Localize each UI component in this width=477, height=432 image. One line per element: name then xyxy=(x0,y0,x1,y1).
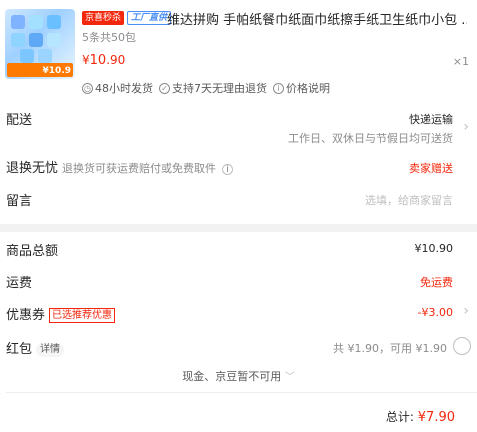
message-row[interactable]: 留言 选填，给商家留言 xyxy=(0,186,477,210)
service-price-note[interactable]: i 价格说明 xyxy=(273,80,330,96)
coupon-label-group: 优惠券 已选推荐优惠 xyxy=(6,304,116,323)
order-confirm-page: ¥10.9 京喜秒杀 工厂直供 维达拼购 手帕纸餐巾纸面巾纸擦手纸卫生纸巾小包 … xyxy=(0,0,477,432)
chevron-down-icon: ﹀ xyxy=(284,372,295,383)
factory-direct-tag: 工厂直供 xyxy=(127,11,172,25)
freight-value: 免运费 xyxy=(420,276,453,289)
coupon-value: -¥3.00 xyxy=(417,306,453,319)
thumb-pack-icon xyxy=(47,33,61,47)
total-value: ¥7.90 xyxy=(417,410,455,425)
redpacket-info: 共 ¥1.90，可用 ¥1.90 xyxy=(333,342,447,355)
redpacket-radio[interactable] xyxy=(453,337,471,355)
product-quantity: ×1 xyxy=(452,55,469,68)
info-icon: i xyxy=(273,82,284,94)
product-title[interactable]: 维达拼购 手帕纸餐巾纸面巾纸擦手纸卫生纸巾小包 ... xyxy=(167,9,467,28)
returns-label: 退换无忧 退换货可获运费赔付或免费取件 i xyxy=(6,157,234,176)
price-decimal: .90 xyxy=(106,53,126,67)
info-icon[interactable]: i xyxy=(222,164,234,175)
service-label: 48小时发货 xyxy=(95,82,153,95)
section-divider xyxy=(0,224,477,232)
service-label: 价格说明 xyxy=(286,82,330,95)
total-label: 总计: xyxy=(385,410,414,424)
redpacket-details-button[interactable]: 详情 xyxy=(36,343,65,357)
chevron-right-icon: › xyxy=(463,303,469,319)
flash-sale-tag: 京喜秒杀 xyxy=(82,11,125,25)
delivery-label: 配送 xyxy=(6,113,33,128)
thumb-pack-icon xyxy=(29,33,43,47)
service-7day-return[interactable]: ✓ 支持7天无理由退货 xyxy=(159,80,267,96)
freight-row: 运费 免运费 xyxy=(0,271,477,291)
service-label: 支持7天无理由退货 xyxy=(172,82,267,95)
service-badges: ◷ 48小时发货 ✓ 支持7天无理由退货 i 价格说明 xyxy=(82,80,330,96)
redpacket-row[interactable]: 红包 详情 共 ¥1.90，可用 ¥1.90 xyxy=(0,336,477,358)
product-thumbnail[interactable]: ¥10.9 xyxy=(5,9,75,79)
message-input[interactable]: 选填，给商家留言 xyxy=(365,192,453,208)
delivery-row[interactable]: 配送 快递运输 工作日、双休日与节假日均可送货 › xyxy=(0,104,477,150)
returns-row[interactable]: 退换无忧 退换货可获运费赔付或免费取件 i 卖家赠送 xyxy=(0,155,477,177)
redpacket-label: 红包 xyxy=(6,342,33,357)
goods-total-row: 商品总额 ¥10.90 xyxy=(0,239,477,259)
coupon-label: 优惠券 xyxy=(6,308,46,323)
service-48h-shipping: ◷ 48小时发货 xyxy=(82,80,153,96)
message-label: 留言 xyxy=(6,194,33,209)
thumb-pack-icon xyxy=(11,33,25,47)
thumb-pack-icon xyxy=(20,49,34,63)
delivery-note: 工作日、双休日与节假日均可送货 xyxy=(288,132,453,145)
order-total: 总计: ¥7.90 xyxy=(386,408,455,425)
goods-total-value: ¥10.90 xyxy=(414,242,454,255)
thumb-pack-icon xyxy=(29,15,43,29)
clock-icon: ◷ xyxy=(82,82,93,94)
returns-value: 卖家赠送 xyxy=(409,162,453,175)
thumb-pack-icon xyxy=(38,49,52,63)
returns-desc: 退换货可获运费赔付或免费取件 xyxy=(62,162,217,175)
footer-divider xyxy=(6,392,477,393)
product-price: ¥10.90 xyxy=(82,53,125,68)
coupon-recommended-tag: 已选推荐优惠 xyxy=(49,308,116,323)
thumb-pack-icon xyxy=(11,15,25,29)
price-integer: 10 xyxy=(89,53,107,68)
shield-icon: ✓ xyxy=(159,82,170,94)
thumb-pack-icon xyxy=(47,15,61,29)
thumb-promo-price: ¥10.9 xyxy=(42,66,71,76)
price-symbol: ¥ xyxy=(82,53,90,67)
freight-label: 运费 xyxy=(6,276,33,291)
unavailable-text: 现金、京豆暂不可用 xyxy=(182,370,282,383)
coupon-row[interactable]: 优惠券 已选推荐优惠 -¥3.00 › xyxy=(0,303,477,323)
product-card[interactable]: ¥10.9 京喜秒杀 工厂直供 维达拼购 手帕纸餐巾纸面巾纸擦手纸卫生纸巾小包 … xyxy=(0,0,477,100)
returns-title: 退换无忧 xyxy=(6,161,59,176)
product-tags: 京喜秒杀 工厂直供 xyxy=(82,11,172,25)
goods-total-label: 商品总额 xyxy=(6,244,59,259)
unavailable-note[interactable]: 现金、京豆暂不可用 ﹀ xyxy=(0,368,477,384)
product-spec: 5条共50包 xyxy=(82,31,136,44)
delivery-method: 快递运输 xyxy=(409,113,453,126)
chevron-right-icon: › xyxy=(463,119,469,135)
redpacket-label-group: 红包 详情 xyxy=(6,338,65,357)
